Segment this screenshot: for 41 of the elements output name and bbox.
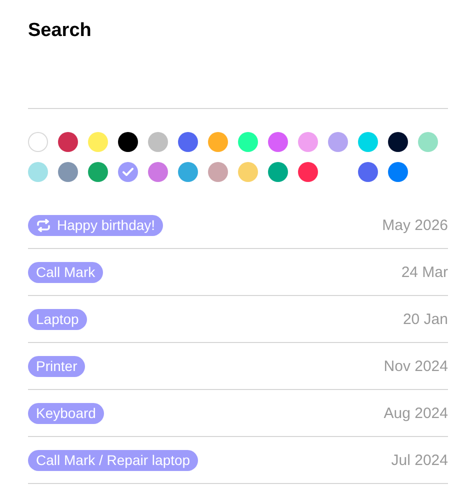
color-swatch[interactable] xyxy=(358,162,378,182)
event-date: Aug 2024 xyxy=(384,404,448,422)
event-tag[interactable]: Happy birthday! xyxy=(28,214,164,236)
color-swatch[interactable] xyxy=(328,132,348,152)
color-swatch[interactable] xyxy=(28,162,48,182)
repeat-icon xyxy=(36,218,51,232)
color-swatch[interactable] xyxy=(388,132,408,152)
color-swatch[interactable] xyxy=(268,132,288,152)
event-date: May 2026 xyxy=(382,216,448,234)
color-swatch[interactable] xyxy=(118,162,138,182)
color-swatch[interactable] xyxy=(208,162,228,182)
event-tag[interactable]: Keyboard xyxy=(28,402,104,424)
event-date: Nov 2024 xyxy=(384,358,448,374)
color-swatch[interactable] xyxy=(148,162,168,182)
color-swatch[interactable] xyxy=(388,162,408,182)
color-swatch[interactable] xyxy=(298,132,318,152)
event-tag[interactable]: Laptop xyxy=(28,308,87,330)
color-swatch[interactable] xyxy=(208,132,228,152)
event-tag[interactable]: Printer xyxy=(28,356,86,376)
color-swatch[interactable] xyxy=(178,132,198,152)
event-date: Jul 2024 xyxy=(391,452,448,468)
color-swatch[interactable] xyxy=(88,132,108,152)
event-date: 20 Jan xyxy=(402,310,448,328)
color-swatch[interactable] xyxy=(298,162,318,182)
color-swatch[interactable] xyxy=(118,132,138,152)
color-swatch[interactable] xyxy=(148,132,168,152)
color-swatch[interactable] xyxy=(58,132,78,152)
color-swatch[interactable] xyxy=(88,162,108,182)
color-swatch[interactable] xyxy=(418,132,438,152)
event-tag[interactable]: Call Mark xyxy=(28,262,104,282)
color-swatch[interactable] xyxy=(358,132,378,152)
search-title: Search xyxy=(28,19,92,43)
color-swatch[interactable] xyxy=(238,132,258,152)
color-swatch[interactable] xyxy=(58,162,78,182)
event-date: 24 Mar xyxy=(401,264,448,280)
color-swatch[interactable] xyxy=(178,162,198,182)
color-swatch[interactable] xyxy=(268,162,288,182)
check-icon xyxy=(122,167,134,177)
color-swatch[interactable] xyxy=(238,162,258,182)
event-tag[interactable]: Call Mark / Repair laptop xyxy=(28,450,198,470)
color-swatch[interactable] xyxy=(28,132,48,152)
